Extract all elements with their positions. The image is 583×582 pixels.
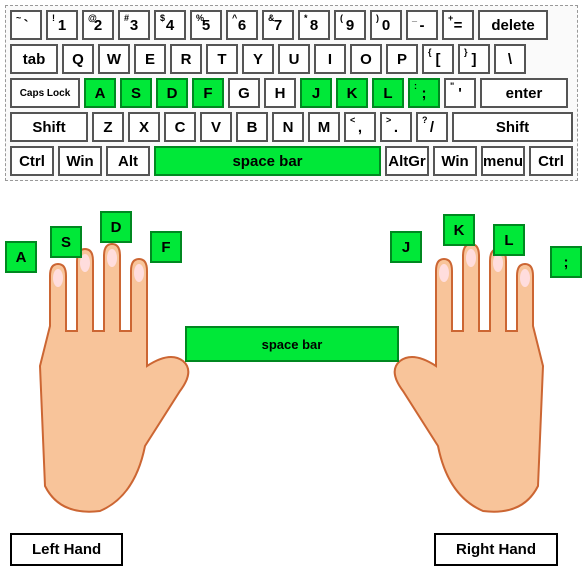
finger-key-D: D bbox=[100, 211, 132, 243]
key-1[interactable]: !1 bbox=[46, 10, 78, 40]
left-hand-icon bbox=[5, 236, 205, 536]
key-shift-r[interactable]: Shift bbox=[452, 112, 573, 142]
key-space[interactable]: space bar bbox=[154, 146, 381, 176]
key-B[interactable]: B bbox=[236, 112, 268, 142]
key-R[interactable]: R bbox=[170, 44, 202, 74]
key-/[interactable]: ?/ bbox=[416, 112, 448, 142]
key-win-l[interactable]: Win bbox=[58, 146, 102, 176]
key-`[interactable]: ~` bbox=[10, 10, 42, 40]
key-][interactable]: }] bbox=[458, 44, 490, 74]
key-capslock[interactable]: Caps Lock bbox=[10, 78, 80, 108]
key-,[interactable]: <, bbox=[344, 112, 376, 142]
finger-key-;: ; bbox=[550, 246, 582, 278]
key-=[interactable]: += bbox=[442, 10, 474, 40]
key-K[interactable]: K bbox=[336, 78, 368, 108]
finger-key-L: L bbox=[493, 224, 525, 256]
finger-key-F: F bbox=[150, 231, 182, 263]
key-3[interactable]: #3 bbox=[118, 10, 150, 40]
key--[interactable]: _- bbox=[406, 10, 438, 40]
key-O[interactable]: O bbox=[350, 44, 382, 74]
right-hand-label: Right Hand bbox=[434, 533, 558, 566]
key-7[interactable]: &7 bbox=[262, 10, 294, 40]
key-alt[interactable]: Alt bbox=[106, 146, 150, 176]
key-menu[interactable]: menu bbox=[481, 146, 525, 176]
key-W[interactable]: W bbox=[98, 44, 130, 74]
key-delete[interactable]: delete bbox=[478, 10, 548, 40]
key-5[interactable]: %5 bbox=[190, 10, 222, 40]
key-ctrl-r[interactable]: Ctrl bbox=[529, 146, 573, 176]
key-X[interactable]: X bbox=[128, 112, 160, 142]
key-8[interactable]: *8 bbox=[298, 10, 330, 40]
spacebar-indicator: space bar bbox=[185, 326, 399, 362]
key-;[interactable]: :; bbox=[408, 78, 440, 108]
finger-key-S: S bbox=[50, 226, 82, 258]
key-win-r[interactable]: Win bbox=[433, 146, 477, 176]
finger-key-A: A bbox=[5, 241, 37, 273]
key-U[interactable]: U bbox=[278, 44, 310, 74]
key-F[interactable]: F bbox=[192, 78, 224, 108]
key-E[interactable]: E bbox=[134, 44, 166, 74]
key-I[interactable]: I bbox=[314, 44, 346, 74]
key-P[interactable]: P bbox=[386, 44, 418, 74]
key-enter[interactable]: enter bbox=[480, 78, 568, 108]
key-A[interactable]: A bbox=[84, 78, 116, 108]
key-'[interactable]: "' bbox=[444, 78, 476, 108]
key-H[interactable]: H bbox=[264, 78, 296, 108]
key-G[interactable]: G bbox=[228, 78, 260, 108]
key-ctrl-l[interactable]: Ctrl bbox=[10, 146, 54, 176]
keyboard: ~`!1@2#3$4%5^6&7*8(9)0_-+=delete tabQWER… bbox=[5, 5, 578, 181]
left-hand-label: Left Hand bbox=[10, 533, 123, 566]
key-C[interactable]: C bbox=[164, 112, 196, 142]
finger-key-K: K bbox=[443, 214, 475, 246]
right-hand-icon bbox=[378, 236, 578, 536]
key-N[interactable]: N bbox=[272, 112, 304, 142]
key-[[interactable]: {[ bbox=[422, 44, 454, 74]
key-9[interactable]: (9 bbox=[334, 10, 366, 40]
key-T[interactable]: T bbox=[206, 44, 238, 74]
key-Y[interactable]: Y bbox=[242, 44, 274, 74]
key-L[interactable]: L bbox=[372, 78, 404, 108]
key-shift-l[interactable]: Shift bbox=[10, 112, 88, 142]
key-J[interactable]: J bbox=[300, 78, 332, 108]
key-Q[interactable]: Q bbox=[62, 44, 94, 74]
key-backslash[interactable]: \ bbox=[494, 44, 526, 74]
key-S[interactable]: S bbox=[120, 78, 152, 108]
key-Z[interactable]: Z bbox=[92, 112, 124, 142]
key-V[interactable]: V bbox=[200, 112, 232, 142]
key-2[interactable]: @2 bbox=[82, 10, 114, 40]
finger-key-J: J bbox=[390, 231, 422, 263]
key-4[interactable]: $4 bbox=[154, 10, 186, 40]
key-D[interactable]: D bbox=[156, 78, 188, 108]
hands-diagram: ASDFJKL; space bar Left Hand Right Hand bbox=[5, 196, 578, 566]
key-0[interactable]: )0 bbox=[370, 10, 402, 40]
key-tab[interactable]: tab bbox=[10, 44, 58, 74]
key-6[interactable]: ^6 bbox=[226, 10, 258, 40]
key-.[interactable]: >. bbox=[380, 112, 412, 142]
key-altgr[interactable]: AltGr bbox=[385, 146, 429, 176]
key-M[interactable]: M bbox=[308, 112, 340, 142]
